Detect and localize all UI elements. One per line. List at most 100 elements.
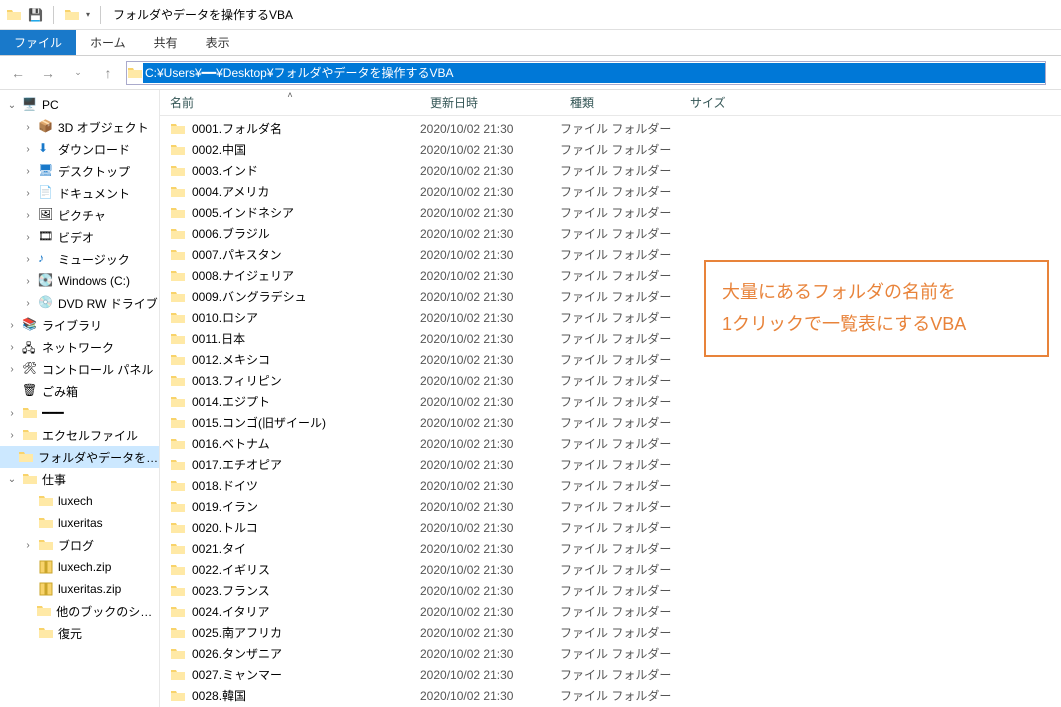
list-row[interactable]: 0017.エチオピア2020/10/02 21:30ファイル フォルダー	[160, 454, 1061, 475]
tree-luxeritas[interactable]: luxeritas	[0, 512, 159, 534]
nav-up-button[interactable]: ↑	[96, 61, 120, 85]
cell-name: 0011.日本	[160, 330, 420, 347]
tree-libraries[interactable]: ›📚ライブラリ	[0, 314, 159, 336]
list-row[interactable]: 0020.トルコ2020/10/02 21:30ファイル フォルダー	[160, 517, 1061, 538]
folder-icon	[170, 478, 186, 494]
list-row[interactable]: 0001.フォルダ名2020/10/02 21:30ファイル フォルダー	[160, 118, 1061, 139]
tree-work[interactable]: ⌄仕事	[0, 468, 159, 490]
tree-luxeritas-zip[interactable]: luxeritas.zip	[0, 578, 159, 600]
address-bar[interactable]	[126, 61, 1046, 85]
list-row[interactable]: 0005.インドネシア2020/10/02 21:30ファイル フォルダー	[160, 202, 1061, 223]
file-name: 0005.インドネシア	[192, 204, 294, 221]
col-name[interactable]: ˄名前	[160, 94, 420, 111]
col-type[interactable]: 種類	[560, 94, 680, 111]
cell-date: 2020/10/02 21:30	[420, 689, 560, 703]
list-row[interactable]: 0026.タンザニア2020/10/02 21:30ファイル フォルダー	[160, 643, 1061, 664]
file-name: 0023.フランス	[192, 582, 270, 599]
folder-icon	[170, 415, 186, 431]
file-name: 0003.インド	[192, 162, 258, 179]
tab-share[interactable]: 共有	[140, 30, 192, 55]
file-name: 0018.ドイツ	[192, 477, 258, 494]
cell-name: 0018.ドイツ	[160, 477, 420, 494]
address-input[interactable]	[143, 63, 1045, 83]
list-row[interactable]: 0003.インド2020/10/02 21:30ファイル フォルダー	[160, 160, 1061, 181]
list-row[interactable]: 0021.タイ2020/10/02 21:30ファイル フォルダー	[160, 538, 1061, 559]
nav-tree[interactable]: ⌄🖥️PC ›📦3D オブジェクト ›⬇ダウンロード ›🖥デスクトップ ›📄ドキ…	[0, 90, 160, 707]
tree-dvd[interactable]: ›💿DVD RW ドライブ	[0, 292, 159, 314]
file-name: 0024.イタリア	[192, 603, 270, 620]
file-name: 0028.韓国	[192, 687, 246, 704]
cell-date: 2020/10/02 21:30	[420, 269, 560, 283]
tree-pc[interactable]: ⌄🖥️PC	[0, 94, 159, 116]
file-name: 0021.タイ	[192, 540, 246, 557]
file-name: 0020.トルコ	[192, 519, 258, 536]
tab-file[interactable]: ファイル	[0, 30, 76, 55]
tree-luxech-zip[interactable]: luxech.zip	[0, 556, 159, 578]
list-row[interactable]: 0025.南アフリカ2020/10/02 21:30ファイル フォルダー	[160, 622, 1061, 643]
folder-icon	[170, 562, 186, 578]
tab-view[interactable]: 表示	[192, 30, 244, 55]
tree-other-books[interactable]: 他のブックのシート…	[0, 600, 159, 622]
list-row[interactable]: 0022.イギリス2020/10/02 21:30ファイル フォルダー	[160, 559, 1061, 580]
tab-home[interactable]: ホーム	[76, 30, 140, 55]
tree-luxech[interactable]: luxech	[0, 490, 159, 512]
list-row[interactable]: 0013.フィリピン2020/10/02 21:30ファイル フォルダー	[160, 370, 1061, 391]
list-row[interactable]: 0014.エジプト2020/10/02 21:30ファイル フォルダー	[160, 391, 1061, 412]
folder-icon	[170, 268, 186, 284]
cell-date: 2020/10/02 21:30	[420, 563, 560, 577]
tree-recycle-bin[interactable]: 🗑ごみ箱	[0, 380, 159, 402]
file-name: 0027.ミャンマー	[192, 666, 282, 683]
cell-date: 2020/10/02 21:30	[420, 122, 560, 136]
file-name: 0013.フィリピン	[192, 372, 282, 389]
tree-3d-objects[interactable]: ›📦3D オブジェクト	[0, 116, 159, 138]
cell-type: ファイル フォルダー	[560, 267, 680, 284]
quick-access-toolbar: 💾 ▾	[0, 6, 96, 24]
list-row[interactable]: 0024.イタリア2020/10/02 21:30ファイル フォルダー	[160, 601, 1061, 622]
folder-icon	[170, 289, 186, 305]
tree-blog[interactable]: ›ブログ	[0, 534, 159, 556]
qat-save-icon[interactable]: 💾	[28, 8, 43, 22]
list-row[interactable]: 0018.ドイツ2020/10/02 21:30ファイル フォルダー	[160, 475, 1061, 496]
tree-desktop[interactable]: ›🖥デスクトップ	[0, 160, 159, 182]
tree-cdrive[interactable]: ›💽Windows (C:)	[0, 270, 159, 292]
tree-excel-files[interactable]: ›エクセルファイル	[0, 424, 159, 446]
tree-control-panel[interactable]: ›🛠コントロール パネル	[0, 358, 159, 380]
folder-icon	[170, 394, 186, 410]
list-row[interactable]: 0028.韓国2020/10/02 21:30ファイル フォルダー	[160, 685, 1061, 706]
divider	[53, 6, 54, 24]
tree-videos[interactable]: ›🎞ビデオ	[0, 226, 159, 248]
tree-music[interactable]: ›♪ミュージック	[0, 248, 159, 270]
tree-user-folder[interactable]: ›━━━	[0, 402, 159, 424]
cell-date: 2020/10/02 21:30	[420, 605, 560, 619]
cell-name: 0008.ナイジェリア	[160, 267, 420, 284]
cell-type: ファイル フォルダー	[560, 519, 680, 536]
file-name: 0025.南アフリカ	[192, 624, 282, 641]
tree-network[interactable]: ›🖧ネットワーク	[0, 336, 159, 358]
list-row[interactable]: 0019.イラン2020/10/02 21:30ファイル フォルダー	[160, 496, 1061, 517]
file-name: 0026.タンザニア	[192, 645, 282, 662]
nav-forward-button[interactable]: →	[36, 61, 60, 85]
tree-downloads[interactable]: ›⬇ダウンロード	[0, 138, 159, 160]
list-row[interactable]: 0004.アメリカ2020/10/02 21:30ファイル フォルダー	[160, 181, 1061, 202]
callout-line1: 大量にあるフォルダの名前を	[722, 276, 1031, 308]
nav-recent-dropdown[interactable]: ⌄	[66, 61, 90, 85]
qat-dropdown-icon[interactable]: ▾	[86, 10, 90, 19]
list-row[interactable]: 0023.フランス2020/10/02 21:30ファイル フォルダー	[160, 580, 1061, 601]
col-size[interactable]: サイズ	[680, 94, 780, 111]
tree-restore[interactable]: 復元	[0, 622, 159, 644]
tree-pictures[interactable]: ›🖼ピクチャ	[0, 204, 159, 226]
tree-current-folder[interactable]: フォルダやデータを操作するVBA	[0, 446, 159, 468]
list-row[interactable]: 0015.コンゴ(旧ザイール)2020/10/02 21:30ファイル フォルダ…	[160, 412, 1061, 433]
cell-name: 0027.ミャンマー	[160, 666, 420, 683]
list-row[interactable]: 0002.中国2020/10/02 21:30ファイル フォルダー	[160, 139, 1061, 160]
tree-documents[interactable]: ›📄ドキュメント	[0, 182, 159, 204]
list-row[interactable]: 0006.ブラジル2020/10/02 21:30ファイル フォルダー	[160, 223, 1061, 244]
col-date[interactable]: 更新日時	[420, 94, 560, 111]
folder-icon	[170, 352, 186, 368]
list-row[interactable]: 0027.ミャンマー2020/10/02 21:30ファイル フォルダー	[160, 664, 1061, 685]
nav-back-button[interactable]: ←	[6, 61, 30, 85]
file-name: 0001.フォルダ名	[192, 120, 282, 137]
cell-date: 2020/10/02 21:30	[420, 374, 560, 388]
folder-icon	[170, 457, 186, 473]
list-row[interactable]: 0016.ベトナム2020/10/02 21:30ファイル フォルダー	[160, 433, 1061, 454]
